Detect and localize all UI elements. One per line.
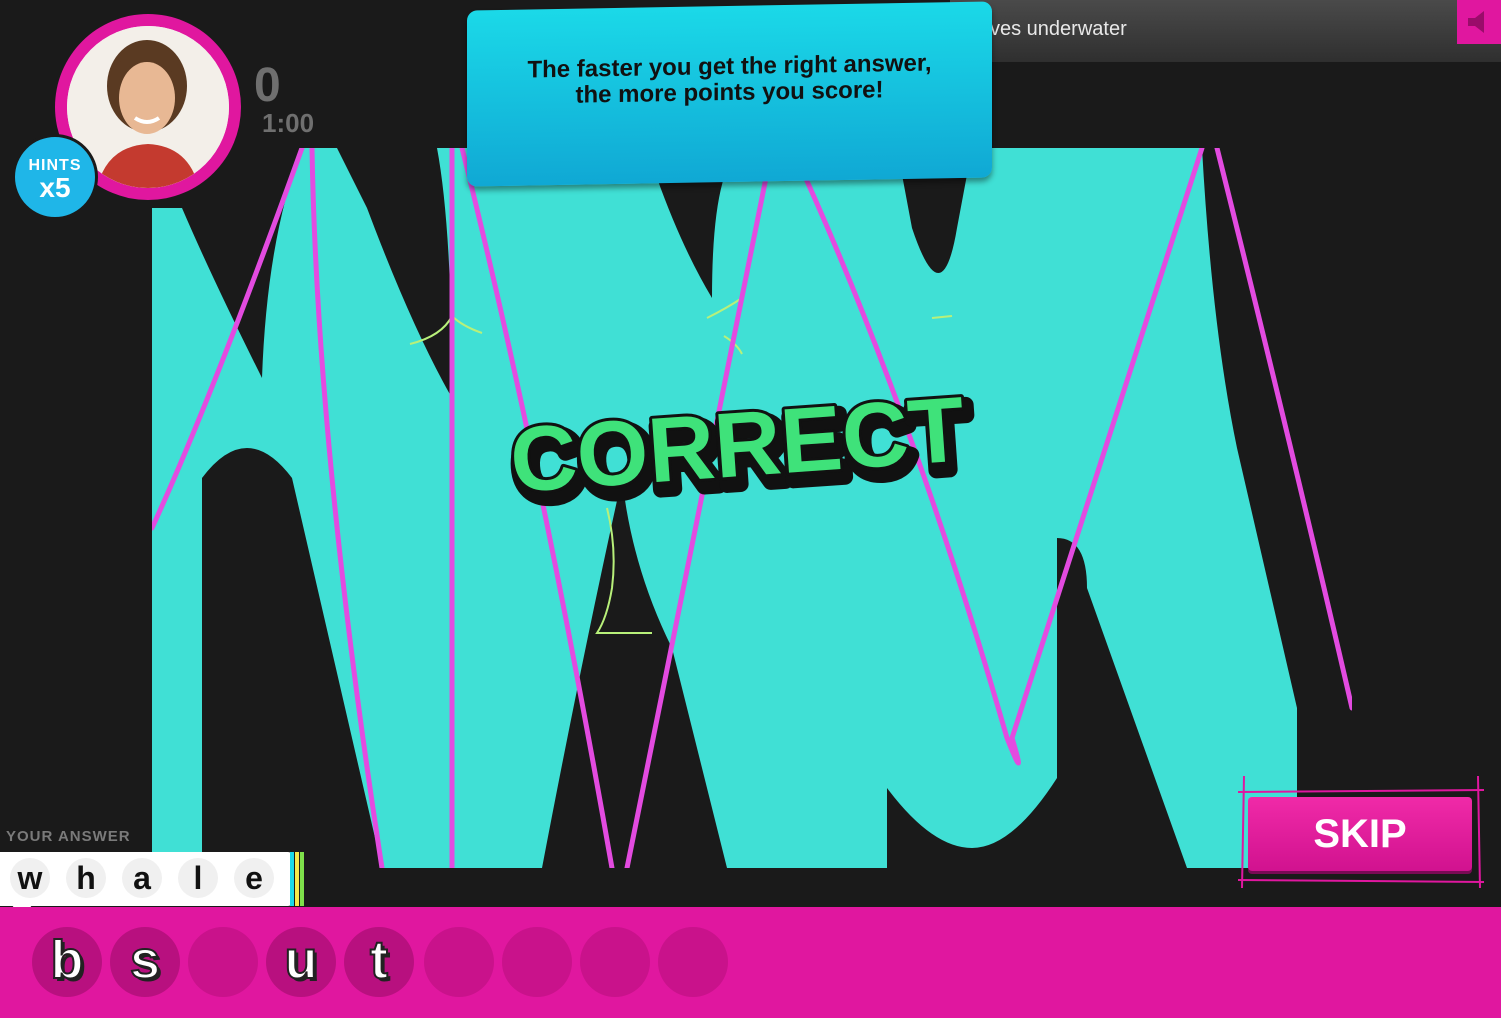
letter-tile-empty[interactable] — [188, 927, 258, 997]
answer-letter: h — [66, 858, 106, 898]
prompt-bar: ves underwater — [950, 0, 1501, 62]
hints-count: x5 — [39, 172, 71, 203]
timer: 1:00 — [262, 108, 315, 138]
sound-button[interactable] — [1457, 0, 1501, 44]
letter-tile[interactable]: s — [110, 927, 180, 997]
answer-letter: w — [10, 858, 50, 898]
answer-stripes — [290, 852, 304, 906]
answer-letter: a — [122, 858, 162, 898]
letter-tile-empty[interactable] — [502, 927, 572, 997]
your-answer-label: YOUR ANSWER — [6, 828, 131, 845]
prompt-text: ves underwater — [990, 18, 1127, 40]
skip-button[interactable]: SKIP — [1248, 797, 1472, 871]
letter-tray: b s u t — [0, 907, 1501, 1018]
letter-tile[interactable]: b — [32, 927, 102, 997]
answer-letter: e — [234, 858, 274, 898]
letter-tile-empty[interactable] — [580, 927, 650, 997]
letter-tile-empty[interactable] — [658, 927, 728, 997]
answer-box: w h a l e — [0, 852, 292, 906]
speaker-icon — [1468, 11, 1484, 33]
letter-tile-empty[interactable] — [424, 927, 494, 997]
hints-badge[interactable]: HINTS x5 — [12, 134, 98, 220]
score: 0 — [254, 59, 281, 112]
answer-letter: l — [178, 858, 218, 898]
tip-banner: The faster you get the right answer, the… — [467, 1, 992, 187]
letter-tile[interactable]: t — [344, 927, 414, 997]
letter-tile[interactable]: u — [266, 927, 336, 997]
